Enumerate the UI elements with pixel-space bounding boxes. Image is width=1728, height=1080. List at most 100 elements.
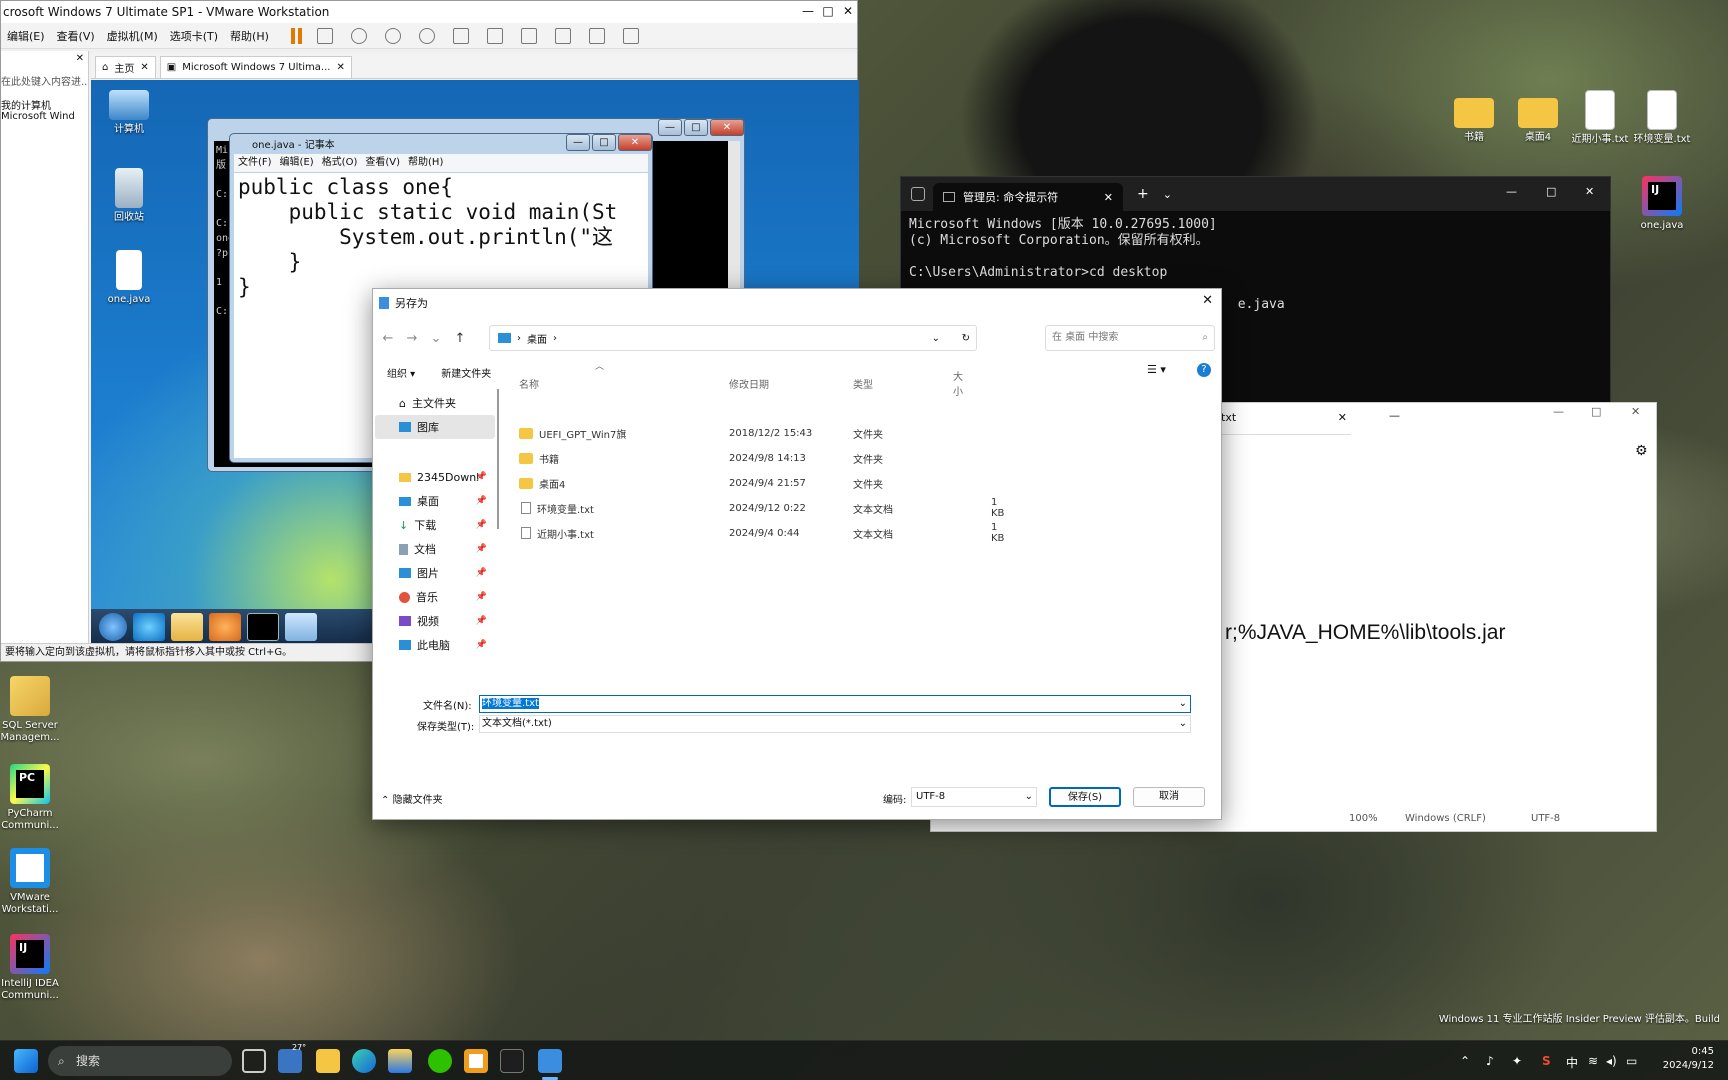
pin-icon[interactable]: 📌 <box>476 640 487 650</box>
settings-gear-icon[interactable]: ⚙ <box>1635 443 1648 459</box>
windows-start-icon[interactable] <box>14 1049 38 1073</box>
close-icon[interactable]: ✕ <box>1338 411 1347 424</box>
win7-start-icon[interactable] <box>99 613 127 641</box>
send-keys-icon[interactable] <box>316 27 333 44</box>
revert-snapshot-icon[interactable] <box>384 27 401 44</box>
menu-help[interactable]: 帮助(H) <box>230 28 269 44</box>
address-bar[interactable]: › 桌面 › ⌄ ↻ <box>489 325 977 351</box>
pause-icon[interactable] <box>290 27 302 44</box>
up-arrow-icon[interactable]: ↑ <box>451 331 469 346</box>
sogou-ime-icon[interactable]: S <box>1542 1054 1551 1068</box>
nav-scrollbar[interactable] <box>497 389 499 529</box>
vmware-titlebar[interactable]: crosoft Windows 7 Ultimate SP1 - VMware … <box>1 1 857 23</box>
menu-help[interactable]: 帮助(H) <box>408 154 443 172</box>
pin-icon[interactable]: 📌 <box>476 592 487 602</box>
pin-tray-icon[interactable]: ✦ <box>1512 1054 1522 1068</box>
nav-item-videos[interactable]: 视频 📌 <box>375 609 495 633</box>
column-type[interactable]: 类型 <box>853 376 873 391</box>
close-button[interactable]: ✕ <box>1631 405 1640 418</box>
library-item-my-computer[interactable]: 我的计算机 <box>1 97 51 112</box>
chevron-down-icon[interactable]: ⌄ <box>1179 716 1187 732</box>
vmware-taskbar-icon[interactable] <box>464 1049 488 1073</box>
wifi-icon[interactable]: ≋ <box>1588 1054 1598 1068</box>
file-row[interactable]: 环境变量.txt 2024/9/12 0:22 文本文档 1 KB <box>519 496 1004 520</box>
tab-home[interactable]: ⌂ 主页 ✕ <box>95 56 156 78</box>
weather-icon[interactable]: 27° <box>278 1043 306 1073</box>
nav-item-desktop[interactable]: 桌面 📌 <box>375 489 495 513</box>
minimize-button[interactable]: — <box>658 119 682 136</box>
full-screen-icon[interactable] <box>520 27 537 44</box>
ie-icon[interactable] <box>133 613 165 641</box>
guest-icon-recycle-bin[interactable]: 回收站 <box>93 168 165 224</box>
snapshot-icon[interactable] <box>350 27 367 44</box>
nav-item-documents[interactable]: 文档 📌 <box>375 537 495 561</box>
file-row[interactable]: UEFI_GPT_Win7旗 2018/12/2 15:43 文件夹 <box>519 421 939 445</box>
menu-vm[interactable]: 虚拟机(M) <box>107 28 158 44</box>
microphone-icon[interactable]: ♪ <box>1486 1054 1494 1068</box>
cmd-taskbar-icon[interactable] <box>247 613 279 641</box>
library-item-win7[interactable]: Microsoft Wind <box>1 111 87 122</box>
file-row[interactable]: 书籍 2024/9/8 14:13 文件夹 <box>519 446 939 470</box>
close-icon[interactable]: ✕ <box>336 62 344 73</box>
view-options-icon[interactable]: ☰ ▾ <box>1147 363 1166 376</box>
minimize-button[interactable]: — <box>797 1 819 21</box>
notepad-text[interactable]: r;%JAVA_HOME%\lib\tools.jar <box>1225 621 1505 645</box>
pin-icon[interactable]: 📌 <box>476 568 487 578</box>
pin-icon[interactable]: 📌 <box>476 544 487 554</box>
terminal-tab[interactable]: 管理员: 命令提示符 ✕ <box>933 183 1123 211</box>
nav-item-downloads[interactable]: ↓ 下载 📌 <box>375 513 495 537</box>
nav-item-gallery[interactable]: 图库 <box>375 415 495 439</box>
pin-icon[interactable]: 📌 <box>476 616 487 626</box>
stretch-icon[interactable] <box>622 27 639 44</box>
search-input[interactable]: 在 桌面 中搜索 ⌕ <box>1045 325 1215 351</box>
hide-folders-toggle[interactable]: ⌃ 隐藏文件夹 <box>381 791 443 806</box>
minimize-button[interactable]: — <box>1553 405 1564 418</box>
clock[interactable]: 0:45 2024/9/12 <box>1644 1045 1714 1073</box>
save-button[interactable]: 保存(S) <box>1049 787 1121 807</box>
media-player-icon[interactable] <box>209 613 241 641</box>
close-button[interactable]: ✕ <box>1585 185 1594 198</box>
minimize-button[interactable]: — <box>1506 185 1517 198</box>
nav-item-home[interactable]: ⌂ 主文件夹 <box>375 391 495 415</box>
menu-format[interactable]: 格式(O) <box>322 154 358 172</box>
maximize-button[interactable]: □ <box>817 1 839 21</box>
back-arrow-icon[interactable]: ← <box>379 331 397 346</box>
nav-item-2345downloads[interactable]: 2345Downlo📌 <box>375 465 495 489</box>
chevron-down-icon[interactable]: ⌄ <box>932 333 940 344</box>
edge-icon[interactable] <box>352 1049 376 1073</box>
close-button[interactable]: ✕ <box>837 1 859 21</box>
nav-item-pictures[interactable]: 图片 📌 <box>375 561 495 585</box>
menu-view[interactable]: 查看(V) <box>57 28 95 44</box>
guest-icon-one-java[interactable]: one.java <box>93 250 165 306</box>
console-icon[interactable] <box>588 27 605 44</box>
chevron-up-icon[interactable]: ⌃ <box>1460 1054 1470 1068</box>
menu-file[interactable]: 文件(F) <box>238 154 272 172</box>
filename-input[interactable]: 环境变量.txt ⌄ <box>479 695 1191 713</box>
close-button[interactable]: ✕ <box>710 119 744 136</box>
new-tab-button[interactable]: — <box>1389 409 1400 422</box>
library-close-icon[interactable]: ✕ <box>76 53 84 64</box>
pin-icon[interactable]: 📌 <box>476 496 487 506</box>
desktop-icon-sql-server[interactable]: SQL Server Managem... <box>0 676 66 744</box>
encoding-select[interactable]: UTF-8 ⌄ <box>911 787 1037 807</box>
desktop-icon-env-txt[interactable]: 环境变量.txt <box>1626 90 1698 146</box>
tab-win7[interactable]: ▣ Microsoft Windows 7 Ultima... ✕ <box>159 56 352 78</box>
maximize-button[interactable]: □ <box>1591 405 1601 418</box>
nav-item-music[interactable]: 音乐 📌 <box>375 585 495 609</box>
chevron-down-icon[interactable]: ⌄ <box>1179 696 1187 712</box>
notepad-taskbar-icon[interactable] <box>538 1049 562 1073</box>
desktop-icon-intellij[interactable]: IJ IntelliJ IDEA Communi... <box>0 934 66 1002</box>
explorer-icon[interactable] <box>171 613 203 641</box>
close-icon[interactable]: ✕ <box>140 62 148 73</box>
menu-view[interactable]: 查看(V) <box>365 154 400 172</box>
chevron-down-icon[interactable]: ⌄ <box>1025 788 1033 806</box>
column-name[interactable]: 名称 <box>519 376 539 391</box>
column-date[interactable]: 修改日期 <box>729 376 769 391</box>
breadcrumb-desktop[interactable]: 桌面 <box>527 331 547 346</box>
maximize-button[interactable]: □ <box>1546 185 1556 198</box>
file-row[interactable]: 近期小事.txt 2024/9/4 0:44 文本文档 1 KB <box>519 521 1004 545</box>
desktop-icon-one-java[interactable]: IJ one.java <box>1626 176 1698 232</box>
filetype-select[interactable]: 文本文档(*.txt) ⌄ <box>479 715 1191 733</box>
column-size[interactable]: 大小 <box>953 368 963 398</box>
notepad-tab[interactable]: txt ✕ <box>1221 411 1351 435</box>
